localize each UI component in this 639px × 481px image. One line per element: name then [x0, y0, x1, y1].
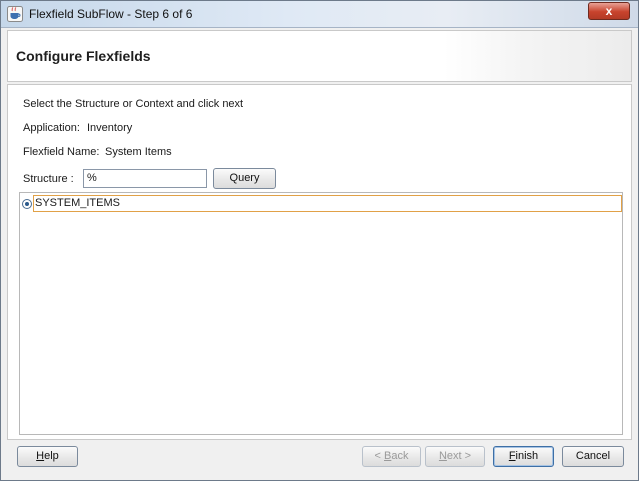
application-value: Inventory: [87, 122, 133, 134]
back-label: ack: [391, 450, 409, 462]
wizard-header: Configure Flexfields: [7, 30, 632, 82]
finish-mnemonic: F: [508, 450, 516, 462]
button-bar: Help < Back Next > Finish Cancel: [1, 442, 638, 480]
next-mnemonic: N: [438, 450, 447, 462]
structure-input-value: %: [87, 172, 97, 184]
list-item-label: SYSTEM_ITEMS: [35, 197, 120, 209]
query-button[interactable]: Query: [213, 168, 276, 189]
flexfield-name-label: Flexfield Name:: [23, 146, 100, 158]
page-title: Configure Flexfields: [16, 48, 151, 64]
title-bar[interactable]: Flexfield SubFlow - Step 6 of 6 x: [1, 1, 638, 28]
dialog-window: Flexfield SubFlow - Step 6 of 6 x Config…: [0, 0, 639, 481]
close-button[interactable]: x: [588, 2, 630, 20]
cancel-label: Cancel: [575, 450, 611, 462]
wizard-content: Select the Structure or Context and clic…: [7, 84, 632, 440]
back-button[interactable]: < Back: [362, 446, 421, 467]
back-prefix: <: [374, 450, 384, 462]
next-button[interactable]: Next >: [425, 446, 485, 467]
structure-list[interactable]: SYSTEM_ITEMS: [19, 192, 623, 435]
query-button-label: Query: [229, 172, 260, 184]
application-label: Application:: [23, 122, 80, 134]
structure-label: Structure :: [23, 173, 74, 185]
java-cup-icon: [7, 6, 23, 22]
instruction-text: Select the Structure or Context and clic…: [23, 98, 244, 110]
list-item[interactable]: SYSTEM_ITEMS: [22, 195, 622, 212]
window-title: Flexfield SubFlow - Step 6 of 6: [29, 7, 193, 21]
help-button[interactable]: Help: [17, 446, 78, 467]
help-label: elp: [44, 450, 59, 462]
finish-label: inish: [515, 450, 539, 462]
close-icon: x: [605, 4, 613, 18]
radio-button-selected[interactable]: [22, 199, 32, 209]
next-label: ext >: [446, 450, 472, 462]
cancel-button[interactable]: Cancel: [562, 446, 624, 467]
structure-input[interactable]: %: [83, 169, 207, 188]
flexfield-name-value: System Items: [105, 146, 172, 158]
finish-button[interactable]: Finish: [493, 446, 554, 467]
help-mnemonic: H: [36, 450, 45, 462]
